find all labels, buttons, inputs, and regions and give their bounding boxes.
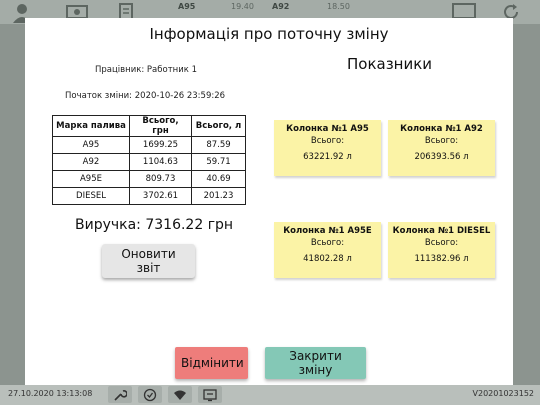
fuel-sales-table: Марка палива Всього, грн Всього, л A95 1… [52,115,246,205]
column-header: Всього, грн [129,115,192,137]
close-shift-button[interactable]: Закрити зміну [265,347,366,379]
table-row: A92 1104.63 59.71 [52,153,246,171]
pump-total-value: 63221.92 л [303,152,352,162]
table-row: A95E 809.73 40.69 [52,170,246,188]
pump-total-label: Всього: [424,136,459,146]
cancel-button[interactable]: Відмінити [175,347,248,379]
fuel-brand-cell: DIESEL [52,187,130,205]
pump-counter-card: Колонка №1 A92 Всього: 206393.56 л [388,120,495,176]
total-liters-cell: 87.59 [191,136,246,154]
table-header-row: Марка палива Всього, грн Всього, л [52,115,246,137]
shift-start-label: Початок зміни: 2020-10-26 23:59:26 [65,91,226,101]
total-uah-cell: 3702.61 [129,187,192,205]
total-liters-cell: 59.71 [191,153,246,171]
wifi-icon[interactable] [168,386,192,403]
fuel-brand-cell: A95E [52,170,130,188]
refresh-report-button[interactable]: Оновити звіт [102,244,195,278]
pump-name: Колонка №1 DIESEL [392,226,491,236]
pump-counter-card: Колонка №1 DIESEL Всього: 111382.96 л [388,222,495,278]
worker-label: Працівник: Работник 1 [95,65,197,75]
pump-counter-card: Колонка №1 A95 Всього: 63221.92 л [274,120,381,176]
status-datetime: 27.10.2020 13:13:08 [8,389,93,398]
topbar-fuel-name: A92 [272,2,290,11]
terminal-icon[interactable] [198,386,222,403]
fuel-brand-cell: A95 [52,136,130,154]
column-header: Всього, л [191,115,246,137]
topbar-fuel-name: A95 [178,2,196,11]
total-uah-cell: 809.73 [129,170,192,188]
status-bar: 27.10.2020 13:13:08 V20201023152 [0,385,540,405]
app-version: V20201023152 [472,389,534,398]
topbar-fuel-price: 18.50 [327,2,350,11]
total-liters-cell: 201.23 [191,187,246,205]
table-row: DIESEL 3702.61 201.23 [52,187,246,205]
check-circle-icon[interactable] [138,386,162,403]
pump-total-value: 111382.96 л [414,254,469,264]
pump-total-value: 41802.28 л [303,254,352,264]
topbar-fuel-price: 19.40 [231,2,254,11]
pump-counter-card: Колонка №1 A95E Всього: 41802.28 л [274,222,381,278]
shift-info-dialog: Інформація про поточну зміну Працівник: … [25,18,513,385]
pump-total-label: Всього: [424,238,459,248]
table-row: A95 1699.25 87.59 [52,136,246,154]
pump-name: Колонка №1 A92 [400,124,483,134]
wrench-icon[interactable] [108,386,132,403]
pump-total-label: Всього: [310,238,345,248]
total-uah-cell: 1104.63 [129,153,192,171]
column-header: Марка палива [52,115,130,137]
total-liters-cell: 40.69 [191,170,246,188]
pump-name: Колонка №1 A95 [286,124,369,134]
dialog-title: Інформація про поточну зміну [149,25,389,43]
total-uah-cell: 1699.25 [129,136,192,154]
fuel-brand-cell: A92 [52,153,130,171]
pump-name: Колонка №1 A95E [283,226,372,236]
pump-total-value: 206393.56 л [414,152,469,162]
indicators-title: Показники [347,55,433,73]
pump-total-label: Всього: [310,136,345,146]
revenue-label: Виручка: 7316.22 грн [75,217,234,233]
